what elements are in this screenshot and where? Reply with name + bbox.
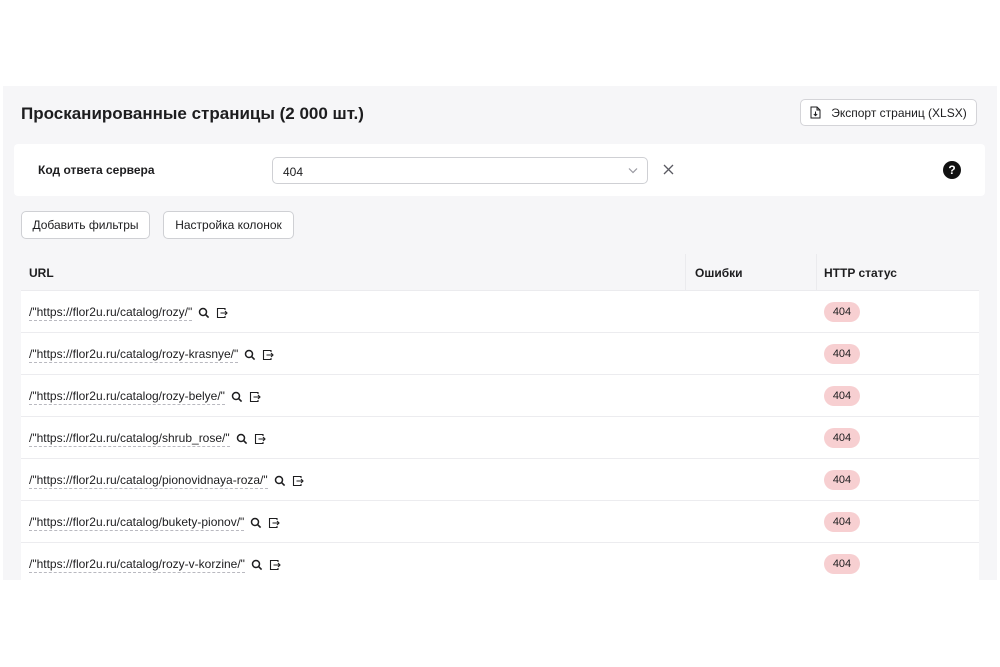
url-cell: /"https://flor2u.ru/catalog/shrub_rose/" (29, 431, 266, 447)
chevron-down-icon (628, 168, 638, 174)
page-url[interactable]: /"https://flor2u.ru/catalog/rozy-v-korzi… (29, 557, 245, 573)
search-icon[interactable] (251, 559, 263, 571)
table-row: /"https://flor2u.ru/catalog/bukety-piono… (21, 501, 979, 543)
table-row: /"https://flor2u.ru/catalog/rozy-belye/"… (21, 375, 979, 417)
open-link-icon[interactable] (262, 349, 275, 361)
page-url[interactable]: /"https://flor2u.ru/catalog/rozy-krasnye… (29, 347, 239, 363)
table-row: /"https://flor2u.ru/catalog/pionovidnaya… (21, 459, 979, 501)
column-header-url[interactable]: URL (29, 266, 54, 280)
url-cell: /"https://flor2u.ru/catalog/rozy-belye/" (29, 389, 261, 405)
scanned-pages-panel: Просканированные страницы (2 000 шт.) Эк… (3, 86, 997, 580)
search-icon[interactable] (274, 475, 286, 487)
url-cell: /"https://flor2u.ru/catalog/rozy-krasnye… (29, 347, 275, 363)
status-code-select[interactable]: 404 (272, 157, 648, 184)
search-icon[interactable] (231, 391, 243, 403)
url-cell: /"https://flor2u.ru/catalog/bukety-piono… (29, 515, 281, 531)
url-cell: /"https://flor2u.ru/catalog/rozy-v-korzi… (29, 557, 281, 573)
http-status-badge: 404 (824, 302, 860, 322)
pages-table: URL Ошибки HTTP статус /"https://flor2u.… (21, 254, 979, 580)
http-status-badge: 404 (824, 470, 860, 490)
column-settings-button[interactable]: Настройка колонок (163, 211, 294, 239)
http-status-badge: 404 (824, 344, 860, 364)
open-link-icon[interactable] (216, 307, 229, 319)
table-body: /"https://flor2u.ru/catalog/rozy/" 404 /… (21, 291, 979, 580)
open-link-icon[interactable] (268, 517, 281, 529)
help-icon[interactable]: ? (943, 161, 961, 179)
status-code-value: 404 (283, 165, 304, 179)
search-icon[interactable] (244, 349, 256, 361)
open-link-icon[interactable] (249, 391, 261, 403)
add-filters-button[interactable]: Добавить фильтры (21, 211, 150, 239)
table-row: /"https://flor2u.ru/catalog/shrub_rose/"… (21, 417, 979, 459)
filter-card: Код ответа сервера 404 ? (14, 144, 985, 196)
filter-label: Код ответа сервера (38, 163, 155, 177)
open-link-icon[interactable] (292, 475, 304, 487)
table-row: /"https://flor2u.ru/catalog/rozy-krasnye… (21, 333, 979, 375)
page-url[interactable]: /"https://flor2u.ru/catalog/bukety-piono… (29, 515, 245, 531)
column-header-errors[interactable]: Ошибки (695, 266, 743, 280)
clear-filter-icon[interactable] (663, 164, 674, 175)
search-icon[interactable] (236, 433, 248, 445)
url-cell: /"https://flor2u.ru/catalog/rozy/" (29, 305, 229, 321)
page-title: Просканированные страницы (2 000 шт.) (21, 104, 364, 123)
http-status-badge: 404 (824, 512, 860, 532)
search-icon[interactable] (198, 307, 210, 319)
file-export-icon (810, 106, 821, 119)
column-divider (816, 254, 817, 291)
page-url[interactable]: /"https://flor2u.ru/catalog/rozy/" (29, 305, 193, 321)
search-icon[interactable] (250, 517, 262, 529)
export-button-label: Экспорт страниц (XLSX) (831, 105, 967, 120)
page-url[interactable]: /"https://flor2u.ru/catalog/rozy-belye/" (29, 389, 225, 405)
column-header-http-status[interactable]: HTTP статус (824, 266, 897, 280)
table-header: URL Ошибки HTTP статус (21, 254, 979, 291)
table-row: /"https://flor2u.ru/catalog/rozy-v-korzi… (21, 543, 979, 580)
http-status-badge: 404 (824, 386, 860, 406)
open-link-icon[interactable] (254, 433, 266, 445)
open-link-icon[interactable] (269, 559, 281, 571)
table-row: /"https://flor2u.ru/catalog/rozy/" 404 (21, 291, 979, 333)
export-xlsx-button[interactable]: Экспорт страниц (XLSX) (800, 99, 977, 126)
http-status-badge: 404 (824, 554, 860, 574)
http-status-badge: 404 (824, 428, 860, 448)
url-cell: /"https://flor2u.ru/catalog/pionovidnaya… (29, 473, 304, 489)
column-divider (685, 254, 686, 291)
page-url[interactable]: /"https://flor2u.ru/catalog/pionovidnaya… (29, 473, 268, 489)
page-url[interactable]: /"https://flor2u.ru/catalog/shrub_rose/" (29, 431, 230, 447)
